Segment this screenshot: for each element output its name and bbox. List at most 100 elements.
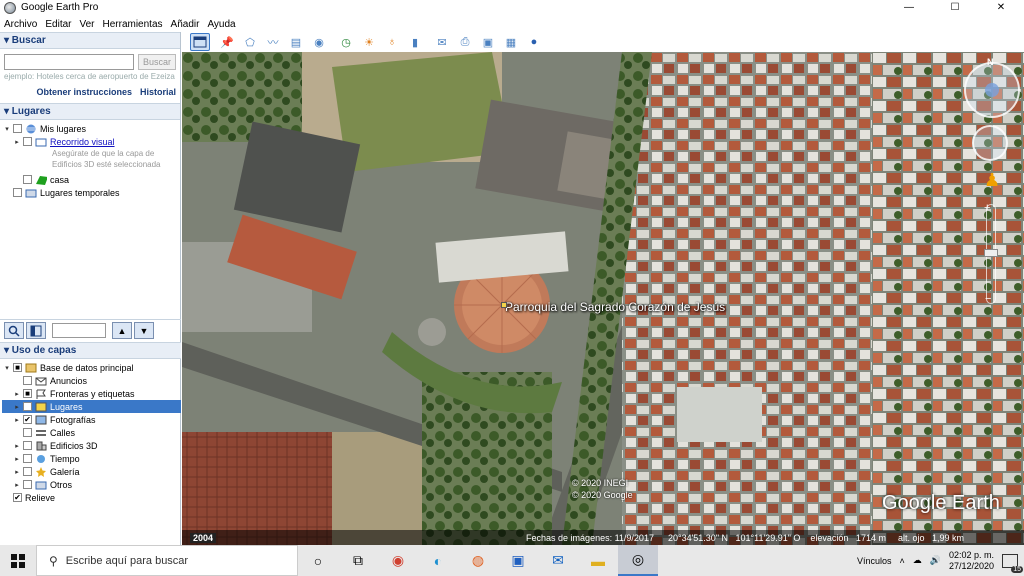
email-icon[interactable]: ✉ bbox=[432, 33, 452, 51]
map-icon[interactable]: ▦ bbox=[501, 33, 521, 51]
tree-row[interactable]: casa bbox=[2, 173, 180, 186]
menu-archivo[interactable]: Archivo bbox=[0, 19, 41, 30]
zoom-in-icon[interactable]: + bbox=[984, 202, 990, 214]
notification-icon[interactable]: 15 bbox=[1002, 553, 1023, 573]
tree-row-selected[interactable]: ▸ ✔ Lugares bbox=[2, 400, 181, 413]
move-control[interactable] bbox=[972, 125, 1008, 161]
close-button[interactable]: ✕ bbox=[978, 0, 1024, 15]
tree-row[interactable]: ▸ Otros bbox=[2, 478, 181, 491]
menu-ver[interactable]: Ver bbox=[75, 19, 98, 30]
zoom-handle[interactable] bbox=[984, 249, 998, 257]
volume-icon[interactable]: 🔊 bbox=[930, 555, 941, 566]
taskbar-search[interactable]: ⚲ Escribe aquí para buscar bbox=[36, 545, 298, 576]
sunlight-icon[interactable]: ☀ bbox=[359, 33, 379, 51]
tree-row[interactable]: ▸ Edificios 3D bbox=[2, 439, 181, 452]
satellite-imagery[interactable] bbox=[182, 52, 1024, 545]
panel-toggle-button[interactable] bbox=[26, 322, 46, 339]
tour-link[interactable]: Recorrido visual bbox=[50, 137, 115, 147]
menu-herramientas[interactable]: Herramientas bbox=[99, 19, 167, 30]
checkbox[interactable]: ✔ bbox=[23, 402, 32, 411]
directions-link[interactable]: Obtener instrucciones bbox=[36, 87, 132, 97]
checkbox[interactable] bbox=[23, 428, 32, 437]
expand-icon[interactable]: ▸ bbox=[12, 416, 22, 424]
checkbox[interactable]: ✔ bbox=[23, 415, 32, 424]
zoom-slider[interactable] bbox=[984, 204, 998, 304]
chrome-icon[interactable]: ◉ bbox=[378, 545, 418, 576]
tree-row[interactable]: Anuncios bbox=[2, 374, 181, 387]
collapse-icon[interactable]: ▾ bbox=[2, 364, 12, 372]
checkbox[interactable]: ■ bbox=[13, 363, 22, 372]
tree-row[interactable]: ▸ ■ Fronteras y etiquetas bbox=[2, 387, 181, 400]
task-view-icon[interactable]: ⧉ bbox=[338, 545, 378, 576]
checkbox[interactable] bbox=[23, 454, 32, 463]
expand-icon[interactable]: ▸ bbox=[12, 468, 22, 476]
panel-filter-input[interactable] bbox=[52, 323, 106, 338]
expand-icon[interactable]: ▸ bbox=[12, 481, 22, 489]
expand-icon[interactable]: ▸ bbox=[12, 455, 22, 463]
chevron-up-icon[interactable]: ˄ bbox=[899, 556, 904, 566]
layers-header[interactable]: ▾ Uso de capas bbox=[0, 342, 181, 359]
checkbox[interactable]: ■ bbox=[23, 389, 32, 398]
expand-icon[interactable]: ▸ bbox=[12, 138, 22, 146]
tree-row[interactable]: ▸ Galería bbox=[2, 465, 181, 478]
expand-icon[interactable]: ▸ bbox=[12, 442, 22, 450]
menu-editar[interactable]: Editar bbox=[41, 19, 75, 30]
history-link[interactable]: Historial bbox=[140, 87, 176, 97]
north-icon[interactable]: N bbox=[987, 57, 994, 67]
tree-row[interactable]: ▸ ✔ Fotografías bbox=[2, 413, 181, 426]
google-earth-task-icon[interactable]: ◎ bbox=[618, 545, 658, 576]
checkbox[interactable] bbox=[23, 441, 32, 450]
tree-row[interactable]: Calles bbox=[2, 426, 181, 439]
place-label[interactable]: Parroquia del Sagrado Corazón de Jesús bbox=[505, 300, 725, 314]
checkbox[interactable] bbox=[23, 467, 32, 476]
checkbox[interactable] bbox=[13, 188, 22, 197]
minimize-button[interactable]: — bbox=[886, 0, 932, 15]
firefox-icon[interactable]: ◍ bbox=[458, 545, 498, 576]
search-button[interactable]: Buscar bbox=[138, 54, 176, 70]
ruler-icon[interactable]: ▮ bbox=[405, 33, 425, 51]
store-icon[interactable]: ▣ bbox=[498, 545, 538, 576]
save-image-icon[interactable]: ▣ bbox=[478, 33, 498, 51]
maximize-button[interactable]: ☐ bbox=[932, 0, 978, 15]
street-view-icon[interactable]: ♟ bbox=[984, 169, 1000, 191]
menu-ayuda[interactable]: Ayuda bbox=[203, 19, 239, 30]
tree-row[interactable]: ▸ Recorrido visual bbox=[2, 135, 180, 148]
imagery-year[interactable]: 2004 bbox=[190, 532, 217, 543]
record-tour-icon[interactable]: ◉ bbox=[309, 33, 329, 51]
polygon-tool-icon[interactable]: ⬠ bbox=[240, 33, 260, 51]
checkbox[interactable] bbox=[23, 376, 32, 385]
clock[interactable]: 02:02 p. m. 27/12/2020 bbox=[949, 550, 994, 572]
map-view[interactable]: Parroquia del Sagrado Corazón de Jesús ©… bbox=[182, 52, 1024, 545]
historical-imagery-icon[interactable]: ◷ bbox=[336, 33, 356, 51]
move-up-button[interactable]: ▲ bbox=[112, 322, 132, 339]
placemark-icon[interactable]: 📌 bbox=[217, 33, 237, 51]
checkbox[interactable]: ✔ bbox=[13, 493, 22, 502]
tree-row[interactable]: ▸ Tiempo bbox=[2, 452, 181, 465]
zoom-out-icon[interactable]: − bbox=[985, 293, 991, 305]
checkbox[interactable] bbox=[23, 175, 32, 184]
search-input[interactable] bbox=[4, 54, 134, 70]
collapse-icon[interactable]: ▾ bbox=[2, 125, 12, 133]
sidebar-toggle-button[interactable] bbox=[190, 33, 210, 51]
places-header[interactable]: ▾ Lugares bbox=[0, 103, 180, 120]
path-tool-icon[interactable]: 〰 bbox=[263, 33, 283, 51]
edge-icon[interactable]: ◐ bbox=[418, 545, 458, 576]
tree-row[interactable]: Lugares temporales bbox=[2, 186, 180, 199]
cortana-icon[interactable]: ○ bbox=[298, 545, 338, 576]
print-icon[interactable]: ⎙ bbox=[455, 33, 475, 51]
planets-icon[interactable]: ♁ bbox=[382, 33, 402, 51]
search-header[interactable]: ▾ Buscar bbox=[0, 32, 180, 49]
expand-icon[interactable]: ▸ bbox=[12, 390, 22, 398]
tree-row[interactable]: ▾ ■ Base de datos principal bbox=[2, 361, 181, 374]
place-marker-icon[interactable] bbox=[501, 302, 507, 308]
eye-icon[interactable] bbox=[985, 83, 999, 97]
tree-row[interactable]: ✔ Relieve bbox=[2, 491, 181, 504]
checkbox[interactable] bbox=[13, 124, 22, 133]
checkbox[interactable] bbox=[23, 480, 32, 489]
cloud-icon[interactable]: ☁ bbox=[913, 555, 922, 566]
expand-icon[interactable]: ▸ bbox=[12, 403, 22, 411]
move-down-button[interactable]: ▼ bbox=[134, 322, 154, 339]
earth-icon[interactable]: ● bbox=[524, 33, 544, 51]
mail-icon[interactable]: ✉ bbox=[538, 545, 578, 576]
overlay-icon[interactable]: ▤ bbox=[286, 33, 306, 51]
